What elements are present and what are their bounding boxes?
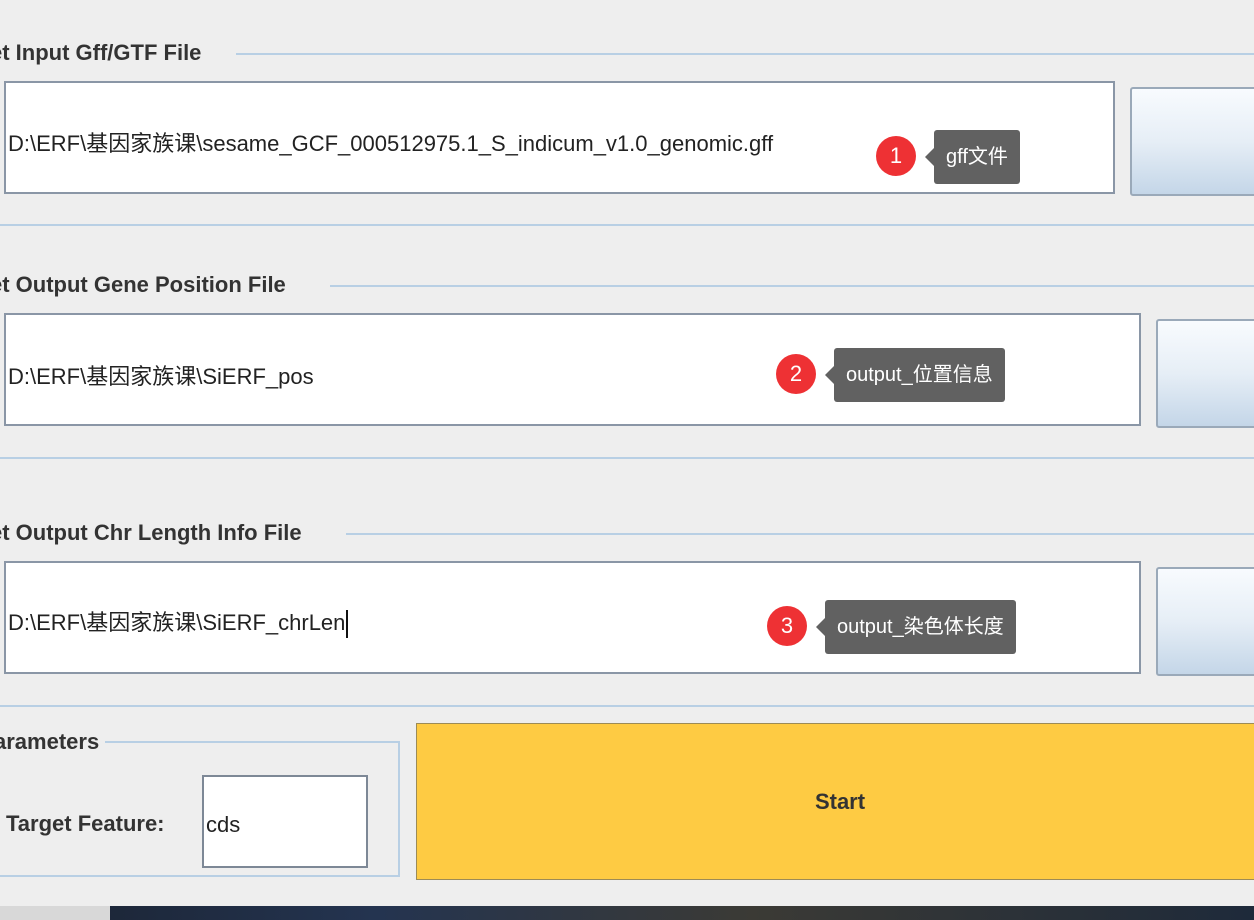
tooltip-gff-file: gff文件 xyxy=(925,130,1020,184)
position-file-value: D:\ERF\基因家族课\SiERF_pos xyxy=(8,364,314,389)
position-section-title: et Output Gene Position File xyxy=(0,272,292,298)
desktop-background-strip xyxy=(0,906,1254,920)
chrlen-browse-button[interactable] xyxy=(1156,567,1254,676)
input-gff-value: D:\ERF\基因家族课\sesame_GCF_000512975.1_S_in… xyxy=(8,131,774,156)
section-divider xyxy=(236,53,1254,55)
text-caret xyxy=(346,610,349,639)
target-feature-input[interactable]: cds xyxy=(202,775,368,868)
position-browse-button[interactable] xyxy=(1156,319,1254,428)
start-label: Start xyxy=(814,788,866,814)
target-feature-label: Target Feature: xyxy=(6,811,165,836)
marker-3: 3 xyxy=(767,606,807,646)
section-divider xyxy=(0,457,1254,459)
input-browse-button[interactable] xyxy=(1130,87,1254,196)
section-divider xyxy=(0,224,1254,226)
marker-1: 1 xyxy=(876,136,916,176)
target-feature-value: cds xyxy=(206,812,241,837)
section-divider xyxy=(346,533,1254,535)
chrlen-file-value: D:\ERF\基因家族课\SiERF_chrLen xyxy=(8,610,346,635)
start-button[interactable]: Start xyxy=(416,723,1254,880)
taskbar-fragment xyxy=(0,906,110,920)
tooltip-chr-length: output_染色体长度 xyxy=(816,600,1016,654)
parameters-title: arameters xyxy=(0,729,106,755)
input-section-title: et Input Gff/GTF File xyxy=(0,40,208,66)
chrlen-file-value-wrap: D:\ERF\基因家族课\SiERF_chrLen xyxy=(8,605,349,639)
tooltip-position-info: output_位置信息 xyxy=(825,348,1005,402)
section-divider xyxy=(0,705,1254,707)
marker-2: 2 xyxy=(776,354,816,394)
section-divider xyxy=(330,285,1254,287)
chrlen-section-title: et Output Chr Length Info File xyxy=(0,520,308,546)
